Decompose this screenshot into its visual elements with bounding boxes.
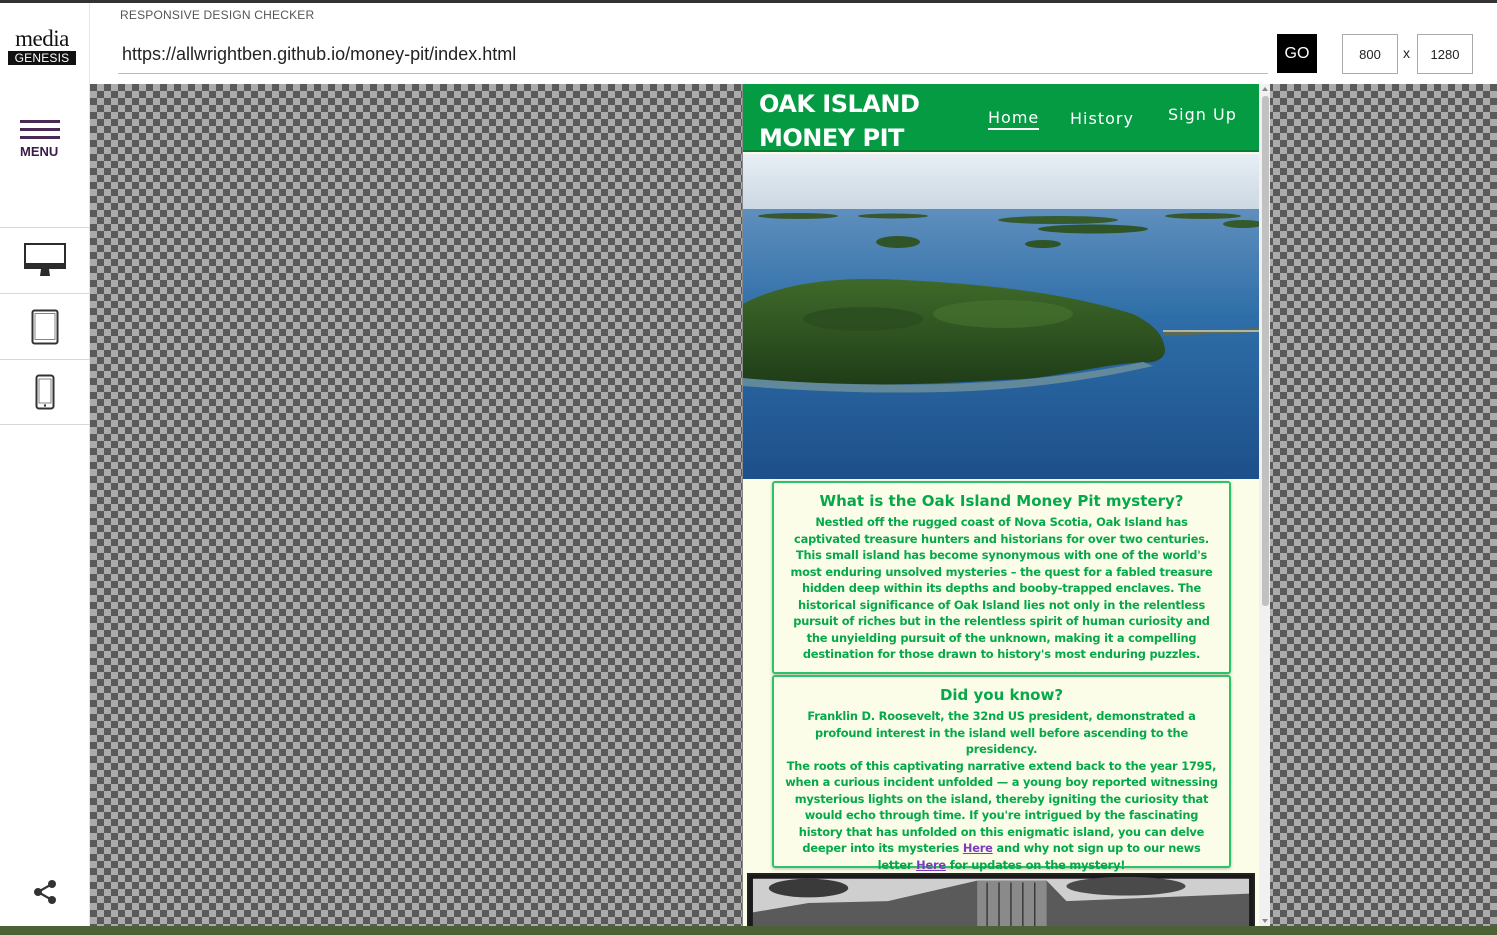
desktop-device-button[interactable] [0,227,90,293]
site-logo-line1: OAK ISLAND [759,90,920,118]
historic-photo-image [747,873,1255,926]
width-input[interactable] [1342,34,1398,74]
go-button[interactable]: GO [1277,34,1317,73]
height-input[interactable] [1417,34,1473,74]
scroll-thumb[interactable] [1262,96,1269,606]
did-you-know-line1: Franklin D. Roosevelt, the 32nd US presi… [807,709,1196,756]
menu-button[interactable]: MENU [20,120,60,170]
logo-text-bottom: GENESIS [8,51,76,65]
tablet-device-button[interactable] [0,293,90,359]
scroll-up-arrow-icon[interactable] [1262,87,1268,91]
preview-scrollbar[interactable] [1259,84,1270,926]
menu-label: MENU [20,144,59,159]
did-you-know-card: Did you know? Franklin D. Roosevelt, the… [772,675,1231,872]
top-strip [0,0,1497,3]
dimension-separator: x [1403,45,1410,61]
history-here-link[interactable]: Here [963,841,993,855]
preview-frame[interactable]: OAK ISLAND MONEY PIT Home History Sign U… [742,84,1270,926]
hamburger-icon [20,120,60,139]
site-logo-line2: MONEY PIT [759,124,904,152]
app-title: RESPONSIVE DESIGN CHECKER [120,8,315,22]
scroll-down-arrow-icon[interactable] [1262,919,1268,923]
nav-history-link[interactable]: History [1070,109,1134,128]
mystery-body: Nestled off the rugged coast of Nova Sco… [790,515,1213,661]
sidebar: media GENESIS MENU [0,3,90,926]
site-header: OAK ISLAND MONEY PIT Home History Sign U… [743,84,1259,152]
signup-here-link[interactable]: Here [916,858,946,872]
url-input[interactable] [118,36,1268,74]
phone-icon [35,374,55,410]
device-list [0,227,90,425]
phone-device-button[interactable] [0,359,90,425]
share-icon [34,880,56,904]
bottom-bar [0,926,1497,935]
media-genesis-logo[interactable]: media GENESIS [8,26,76,65]
desktop-icon [24,242,66,276]
share-button[interactable] [31,878,59,906]
nav-signup-link[interactable]: Sign Up [1168,105,1237,124]
logo-text-top: media [15,26,69,51]
site-logo[interactable]: OAK ISLAND MONEY PIT [759,87,959,155]
did-you-know-heading: Did you know? [939,686,1064,704]
preview-site: OAK ISLAND MONEY PIT Home History Sign U… [743,84,1259,926]
mystery-heading: What is the Oak Island Money Pit mystery… [819,492,1184,510]
tablet-icon [31,309,59,344]
mystery-card: What is the Oak Island Money Pit mystery… [772,481,1231,674]
hero-island-image [743,154,1259,479]
nav-home-link[interactable]: Home [988,108,1040,130]
did-you-know-line2: The roots of this captivating narrative … [785,758,1218,872]
